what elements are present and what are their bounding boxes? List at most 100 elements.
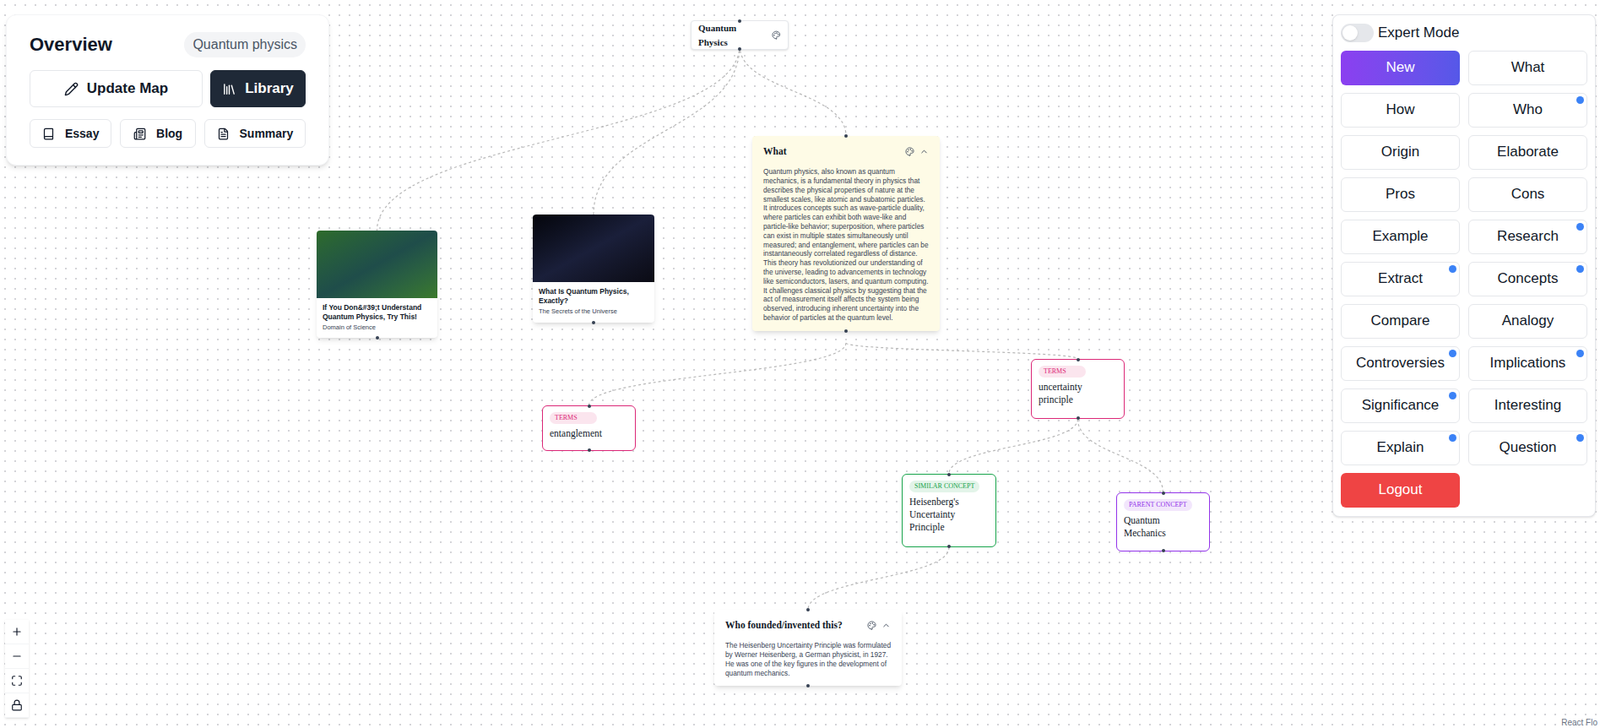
concept-node[interactable]: SIMILAR CONCEPTHeisenberg's Uncertainty … — [901, 473, 997, 548]
video-node[interactable]: If You Don&#39;t Understand Quantum Phys… — [316, 230, 438, 338]
format-button[interactable]: Summary — [204, 119, 306, 148]
badge-dot — [1448, 265, 1457, 273]
badge-dot — [1576, 433, 1584, 442]
expert-mode-label: Expert Mode — [1377, 21, 1459, 44]
fit-view-icon — [10, 674, 23, 687]
overview-action-button[interactable]: Library — [210, 70, 306, 108]
video-node[interactable]: What Is Quantum Physics, Exactly?The Sec… — [532, 214, 655, 323]
video-thumbnail[interactable] — [532, 214, 655, 283]
video-title[interactable]: If You Don&#39;t Understand Quantum Phys… — [322, 303, 432, 322]
format-icon — [216, 127, 230, 141]
zoom-controls — [5, 619, 29, 718]
answer-title: Who founded/invented this? — [725, 618, 843, 633]
top-handle[interactable] — [587, 404, 592, 408]
action-button[interactable]: What — [1468, 50, 1588, 86]
edge — [846, 342, 1079, 359]
action-button[interactable]: Analogy — [1468, 303, 1588, 339]
overview-action-button[interactable]: Update Map — [29, 70, 203, 108]
concept-node[interactable]: TERMSentanglement — [542, 405, 636, 451]
zoom-control-button[interactable] — [5, 693, 29, 718]
action-button[interactable]: Interesting — [1468, 388, 1588, 424]
bottom-handle[interactable] — [1161, 548, 1166, 553]
pencil-icon — [64, 81, 79, 97]
edge — [593, 45, 740, 215]
action-button[interactable]: Extract — [1340, 261, 1460, 297]
action-button[interactable]: Origin — [1340, 135, 1460, 170]
bottom-handle[interactable] — [375, 336, 380, 340]
overview-title: Overview — [29, 30, 113, 59]
badge-dot — [1448, 349, 1457, 358]
action-button[interactable]: New — [1340, 50, 1460, 86]
concept-label: uncertainty principle — [1038, 380, 1118, 407]
format-button[interactable]: Blog — [119, 119, 196, 148]
answer-node[interactable]: Who founded/invented this?The Heisenberg… — [714, 609, 902, 686]
answer-node[interactable]: What Quantum physics, also known as quant… — [752, 135, 940, 331]
expert-mode-toggle[interactable] — [1340, 23, 1374, 43]
bottom-handle[interactable] — [591, 320, 596, 325]
top-handle[interactable] — [947, 472, 951, 477]
badge-dot — [1576, 265, 1584, 273]
action-button[interactable]: Implications — [1468, 346, 1588, 381]
zoom-control-button[interactable] — [5, 668, 29, 694]
answer-text: Quantum physics, also known as quantum m… — [763, 167, 929, 323]
minus-icon — [10, 650, 23, 662]
edge — [1078, 418, 1164, 493]
action-button[interactable]: Compare — [1340, 303, 1460, 339]
concept-label: entanglement — [549, 427, 603, 440]
badge-dot — [1576, 222, 1584, 231]
lock-icon — [10, 699, 23, 711]
action-button[interactable]: Who — [1468, 92, 1588, 128]
concept-tag: TERMS — [1038, 365, 1086, 378]
bottom-handle[interactable] — [806, 683, 810, 688]
action-button[interactable]: Example — [1340, 219, 1460, 255]
edge — [377, 45, 741, 231]
overview-panel: Overview Quantum physics Update MapLibrary… — [5, 14, 330, 166]
action-button[interactable]: Concepts — [1468, 261, 1588, 297]
badge-dot — [1448, 391, 1457, 400]
bottom-handle[interactable] — [737, 47, 742, 51]
top-handle[interactable] — [844, 134, 848, 138]
action-button[interactable]: Question — [1468, 430, 1588, 466]
action-button[interactable]: Elaborate — [1468, 135, 1588, 170]
action-button[interactable]: Significance — [1340, 388, 1460, 424]
concept-node[interactable]: TERMS uncertainty principle — [1030, 358, 1125, 419]
top-handle[interactable] — [806, 607, 810, 612]
format-button[interactable]: Essay — [29, 119, 112, 148]
answer-title: What — [763, 144, 787, 159]
bottom-handle[interactable] — [587, 448, 592, 452]
concept-node[interactable]: PARENT CONCEPT Quantum Mechanics — [1116, 492, 1210, 552]
concept-label: Quantum Mechanics — [1123, 514, 1203, 540]
attribution[interactable]: React Flo — [1558, 717, 1600, 728]
zoom-control-button[interactable] — [5, 619, 29, 645]
top-handle[interactable] — [1076, 357, 1080, 362]
palette-icon[interactable] — [771, 30, 782, 40]
logout-button[interactable]: Logout — [1340, 472, 1460, 508]
badge-dot — [1448, 433, 1457, 442]
concept-tag: SIMILAR CONCEPT — [909, 480, 980, 493]
collapse-icon[interactable] — [881, 620, 891, 630]
action-panel: Expert Mode NewWhatHowWhoOriginElaborateP… — [1332, 14, 1596, 517]
palette-icon[interactable] — [867, 620, 877, 630]
action-button[interactable]: Controversies — [1340, 346, 1460, 381]
action-button[interactable]: Pros — [1340, 177, 1460, 212]
top-handle[interactable] — [737, 19, 742, 23]
video-title[interactable]: What Is Quantum Physics, Exactly? — [538, 287, 649, 306]
video-thumbnail[interactable] — [316, 230, 438, 299]
topic-badge: Quantum physics — [184, 32, 306, 58]
root-node[interactable]: Quantum Physics — [690, 20, 789, 50]
app: Quantum Physics If You Don&#39;t Understa… — [0, 0, 1600, 728]
concept-tag: PARENT CONCEPT — [1123, 498, 1193, 511]
collapse-icon[interactable] — [919, 146, 929, 157]
action-button[interactable]: Explain — [1340, 430, 1460, 466]
action-button[interactable]: Cons — [1468, 177, 1588, 212]
video-channel: Domain of Science — [322, 323, 432, 332]
action-button[interactable]: Research — [1468, 219, 1588, 255]
top-handle[interactable] — [1161, 491, 1166, 495]
palette-icon[interactable] — [905, 146, 915, 157]
action-button[interactable]: How — [1340, 92, 1460, 128]
bottom-handle[interactable] — [947, 544, 951, 548]
bottom-handle[interactable] — [844, 329, 848, 333]
zoom-control-button[interactable] — [5, 644, 29, 669]
bottom-handle[interactable] — [1076, 416, 1080, 420]
edge — [949, 418, 1079, 474]
